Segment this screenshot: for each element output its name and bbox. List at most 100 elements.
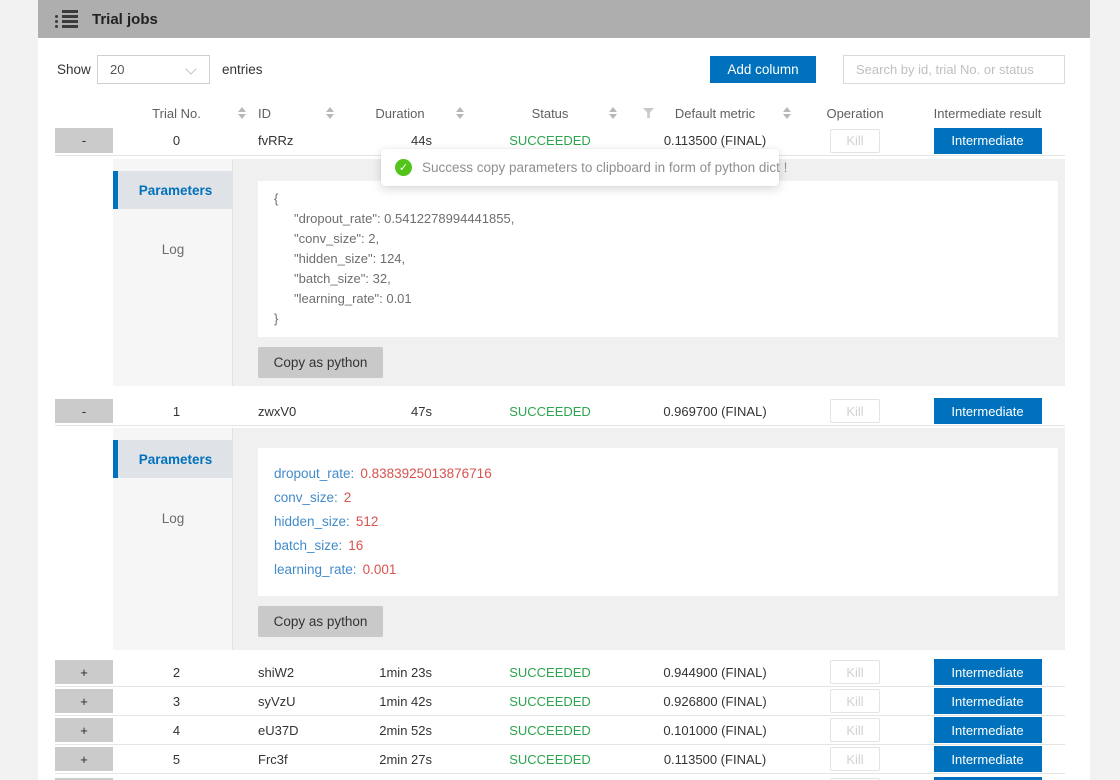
- kill-button[interactable]: Kill: [830, 129, 880, 153]
- trial-no-cell: 2: [113, 658, 240, 686]
- tab-log[interactable]: Log: [113, 239, 233, 259]
- tab-parameters[interactable]: Parameters: [113, 440, 233, 478]
- expand-row-button[interactable]: +: [55, 747, 113, 771]
- table-row: + 4 eU37D 2min 52s SUCCEEDED 0.101000 (F…: [55, 716, 1065, 745]
- collapse-row-button[interactable]: -: [55, 128, 113, 153]
- table-row-partial: [55, 776, 1065, 780]
- default-metric-cell: 0.101000 (FINAL): [630, 716, 800, 744]
- show-label: Show: [57, 62, 91, 77]
- intermediate-cell: Intermediate: [910, 687, 1065, 715]
- operation-cell: Kill: [800, 687, 910, 715]
- intermediate-cell: [910, 776, 1065, 780]
- table-controls: Show 20 entries Add column: [38, 50, 1090, 88]
- sort-icon[interactable]: [783, 107, 791, 119]
- detail-tab-column: Parameters Log: [113, 159, 233, 386]
- trial-no-cell: 0: [113, 126, 240, 155]
- operation-cell: Kill: [800, 397, 910, 425]
- parameter-item: dropout_rate:0.8383925013876716: [274, 462, 1042, 486]
- copy-as-python-button[interactable]: Copy as python: [258, 347, 383, 378]
- operation-cell: [800, 776, 910, 780]
- default-metric-cell: 0.113500 (FINAL): [630, 745, 800, 773]
- sort-icon[interactable]: [609, 107, 617, 119]
- content-panel: Trial jobs Show 20 entries Add column Tr…: [38, 0, 1090, 780]
- intermediate-button[interactable]: Intermediate: [934, 746, 1042, 772]
- expander-cell: +: [55, 716, 113, 744]
- trial-no-cell: 1: [113, 397, 240, 425]
- column-header-intermediate-result: Intermediate result: [910, 100, 1065, 126]
- intermediate-button[interactable]: Intermediate: [934, 398, 1042, 424]
- title-bar: Trial jobs: [38, 0, 1090, 38]
- parameter-item: hidden_size:512: [274, 510, 1042, 534]
- id-cell: fvRRz: [240, 126, 330, 155]
- expand-row-button[interactable]: +: [55, 689, 113, 713]
- column-header-status: Status: [470, 100, 630, 126]
- intermediate-cell: Intermediate: [910, 658, 1065, 686]
- trial-jobs-page: Trial jobs Show 20 entries Add column Tr…: [0, 0, 1120, 780]
- column-header-id: ID: [240, 100, 330, 126]
- duration-cell: 1min 23s: [330, 658, 470, 686]
- kill-button[interactable]: Kill: [830, 689, 880, 713]
- table-header: Trial No. ID Duration Status Default met…: [55, 100, 1065, 126]
- page-title: Trial jobs: [92, 11, 158, 28]
- kill-button[interactable]: Kill: [830, 718, 880, 742]
- table-row: + 3 syVzU 1min 42s SUCCEEDED 0.926800 (F…: [55, 687, 1065, 716]
- sort-icon[interactable]: [456, 107, 464, 119]
- expander-cell: [55, 776, 113, 780]
- toast: ✓ Success copy parameters to clipboard i…: [381, 149, 779, 186]
- expander-cell: +: [55, 687, 113, 715]
- tab-parameters[interactable]: Parameters: [113, 171, 233, 209]
- parameters-json: { "dropout_rate": 0.5412278994441855, "c…: [258, 181, 1058, 337]
- status-cell: SUCCEEDED: [470, 687, 630, 715]
- expander-cell: -: [55, 397, 113, 425]
- status-cell: SUCCEEDED: [470, 658, 630, 686]
- kill-button[interactable]: Kill: [830, 660, 880, 684]
- detail-tab-column: Parameters Log: [113, 428, 233, 650]
- default-metric-cell: 0.944900 (FINAL): [630, 658, 800, 686]
- id-cell: syVzU: [240, 687, 330, 715]
- add-column-button[interactable]: Add column: [710, 56, 816, 83]
- expander-cell: -: [55, 126, 113, 155]
- collapse-row-button[interactable]: -: [55, 399, 113, 423]
- entries-label: entries: [222, 62, 263, 77]
- parameter-item: batch_size:16: [274, 534, 1042, 558]
- kill-button[interactable]: Kill: [830, 399, 880, 423]
- expand-row-button[interactable]: +: [55, 718, 113, 742]
- copy-as-python-button[interactable]: Copy as python: [258, 606, 383, 637]
- entries-per-page-select[interactable]: 20: [97, 55, 210, 84]
- trial-no-cell: 4: [113, 716, 240, 744]
- trial-no-cell: 3: [113, 687, 240, 715]
- trial-detail-panel: Parameters Log { "dropout_rate": 0.54122…: [113, 159, 1065, 386]
- intermediate-cell: Intermediate: [910, 716, 1065, 744]
- column-header-duration: Duration: [330, 100, 470, 126]
- id-cell: zwxV0: [240, 397, 330, 425]
- default-metric-cell: 0.926800 (FINAL): [630, 687, 800, 715]
- table-row: + 5 Frc3f 2min 27s SUCCEEDED 0.113500 (F…: [55, 745, 1065, 774]
- kill-button[interactable]: Kill: [830, 747, 880, 771]
- intermediate-button[interactable]: Intermediate: [934, 659, 1042, 685]
- column-header-default-metric: Default metric: [630, 100, 800, 126]
- operation-cell: Kill: [800, 745, 910, 773]
- intermediate-button[interactable]: Intermediate: [934, 128, 1042, 154]
- tab-log[interactable]: Log: [113, 508, 233, 528]
- column-header-operation: Operation: [800, 100, 910, 126]
- column-header-trial-no: Trial No.: [113, 100, 240, 126]
- parameters-list: dropout_rate:0.8383925013876716 conv_siz…: [258, 448, 1058, 596]
- trial-detail-panel: Parameters Log dropout_rate:0.8383925013…: [113, 428, 1065, 650]
- intermediate-cell: Intermediate: [910, 745, 1065, 773]
- status-cell: SUCCEEDED: [470, 745, 630, 773]
- trial-no-cell: 5: [113, 745, 240, 773]
- duration-cell: 2min 27s: [330, 745, 470, 773]
- expand-row-button[interactable]: +: [55, 660, 113, 684]
- intermediate-button[interactable]: Intermediate: [934, 688, 1042, 714]
- intermediate-button[interactable]: Intermediate: [934, 717, 1042, 743]
- duration-cell: 2min 52s: [330, 716, 470, 744]
- status-cell: SUCCEEDED: [470, 716, 630, 744]
- operation-cell: Kill: [800, 658, 910, 686]
- id-cell: shiW2: [240, 658, 330, 686]
- operation-cell: Kill: [800, 126, 910, 155]
- search-input[interactable]: [843, 55, 1065, 84]
- parameter-item: learning_rate:0.001: [274, 558, 1042, 582]
- intermediate-cell: Intermediate: [910, 126, 1065, 155]
- expander-cell: +: [55, 745, 113, 773]
- expander-column-header: [55, 100, 113, 126]
